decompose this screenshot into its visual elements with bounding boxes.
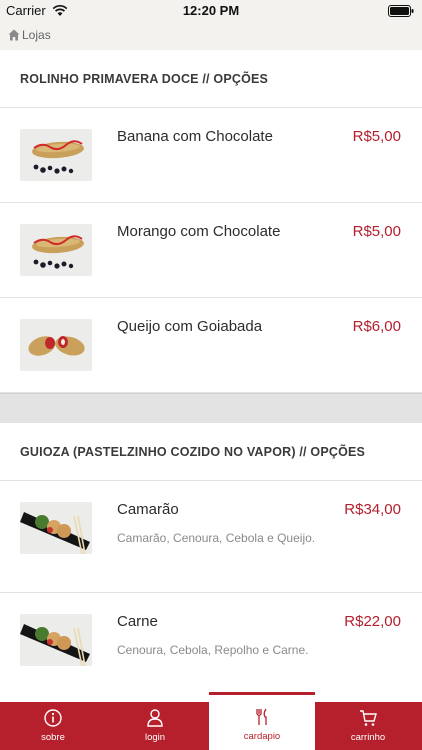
status-bar: Carrier 12:20 PM <box>0 0 422 22</box>
item-name: Camarão <box>117 501 179 518</box>
battery-icon <box>388 5 414 17</box>
menu-item[interactable]: Camarão R$34,00 Camarão, Cenoura, Cebola… <box>0 481 422 593</box>
cart-icon <box>360 710 377 726</box>
tab-login[interactable]: login <box>102 702 208 750</box>
tab-label: carrinho <box>350 732 386 743</box>
spring-roll-photo <box>20 129 92 181</box>
tab-label: sobre <box>41 732 65 743</box>
spring-roll-cut-photo <box>20 319 92 371</box>
tab-label: cardapio <box>243 731 281 742</box>
section-header: GUIOZA (PASTELZINHO COZIDO NO VAPOR) // … <box>0 423 422 481</box>
menu-item[interactable]: Banana com Chocolate R$5,00 <box>0 108 422 203</box>
back-link[interactable]: Lojas <box>22 28 51 42</box>
gyoza-plate-photo <box>20 502 92 554</box>
item-description: Cenoura, Cebola, Repolho e Carne. <box>117 643 309 657</box>
tab-cardapio[interactable]: cardapio <box>209 692 315 750</box>
tab-bar: sobre login cardapio carrinho <box>0 692 422 750</box>
home-icon[interactable] <box>8 29 20 41</box>
tab-label: login <box>144 732 166 743</box>
info-icon <box>44 709 62 727</box>
section-divider <box>0 393 422 423</box>
item-name: Queijo com Goiabada <box>117 318 263 335</box>
cutlery-icon <box>256 708 267 725</box>
gyoza-plate-photo <box>20 614 92 666</box>
user-icon <box>147 709 163 727</box>
item-price: R$34,00 <box>344 501 401 518</box>
tab-sobre[interactable]: sobre <box>0 702 106 750</box>
item-description: Camarão, Cenoura, Cebola e Queijo. <box>117 531 316 545</box>
section-header: ROLINHO PRIMAVERA DOCE // OPÇÕES <box>0 50 422 108</box>
spring-roll-photo <box>20 224 92 276</box>
item-price: R$6,00 <box>352 318 401 335</box>
item-name: Morango com Chocolate <box>117 223 281 240</box>
menu-item[interactable]: Queijo com Goiabada R$6,00 <box>0 298 422 393</box>
clock: 12:20 PM <box>182 3 240 18</box>
menu-list[interactable]: ROLINHO PRIMAVERA DOCE // OPÇÕES Banana … <box>0 50 422 702</box>
menu-item[interactable]: Morango com Chocolate R$5,00 <box>0 203 422 298</box>
section-title: GUIOZA (PASTELZINHO COZIDO NO VAPOR) // … <box>20 445 366 459</box>
item-price: R$5,00 <box>352 223 401 240</box>
tab-carrinho[interactable]: carrinho <box>315 702 421 750</box>
item-price: R$22,00 <box>344 613 401 630</box>
nav-bar: Lojas <box>0 22 422 50</box>
item-name: Carne <box>117 613 158 630</box>
item-price: R$5,00 <box>352 128 401 145</box>
item-name: Banana com Chocolate <box>117 128 273 145</box>
menu-item[interactable]: Carne R$22,00 Cenoura, Cebola, Repolho e… <box>0 593 422 702</box>
section-title: ROLINHO PRIMAVERA DOCE // OPÇÕES <box>20 72 269 86</box>
